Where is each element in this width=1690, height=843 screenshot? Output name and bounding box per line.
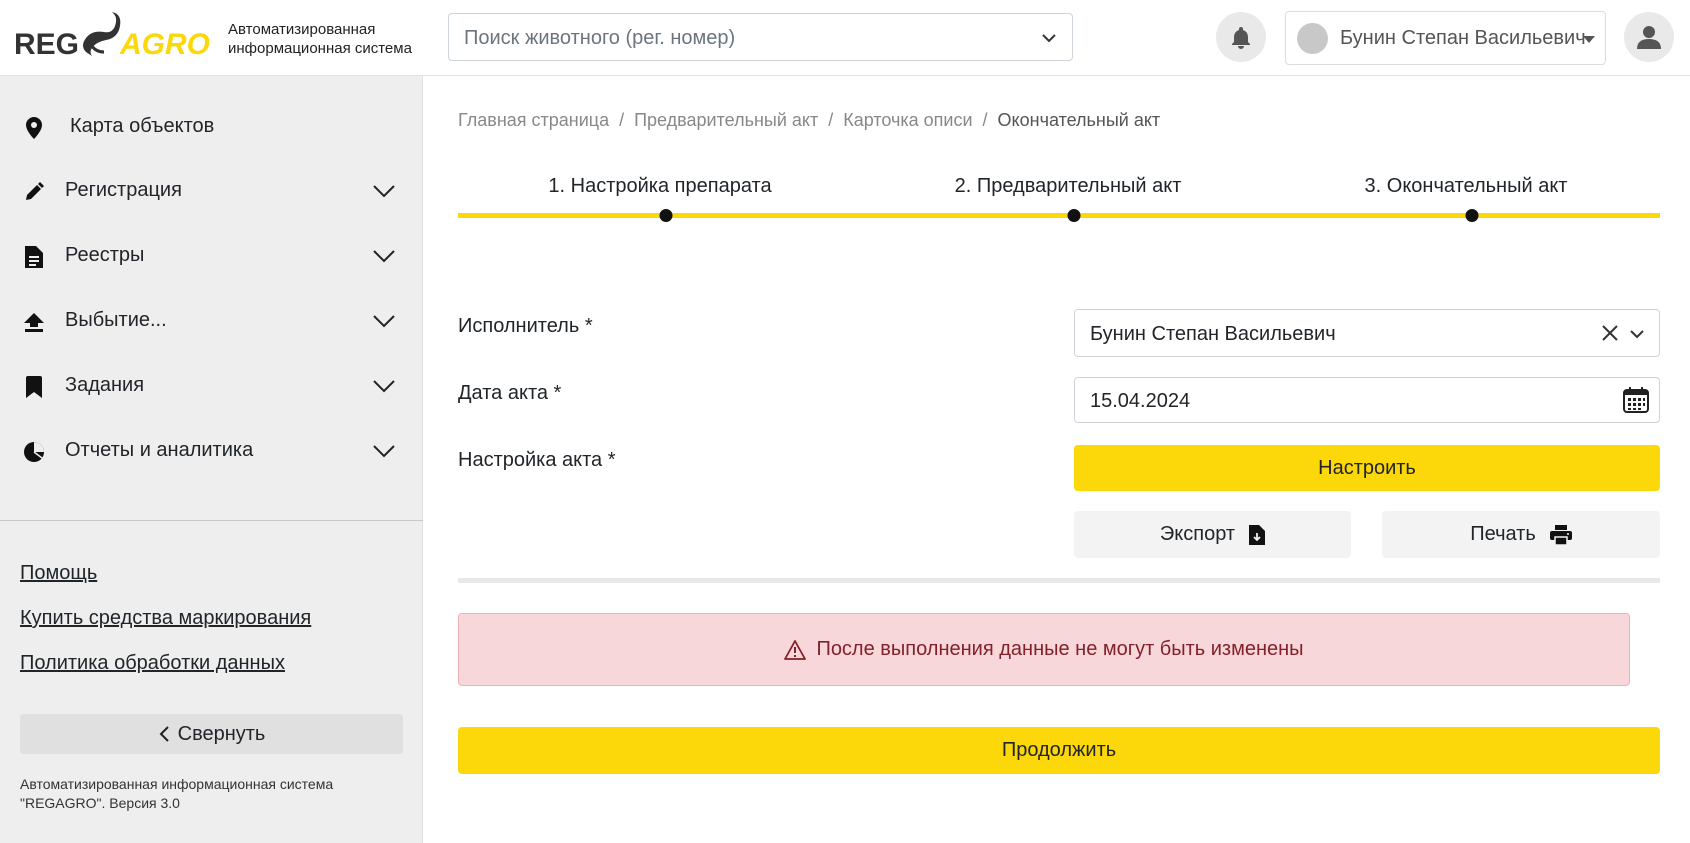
warning-alert: После выполнения данные не могут быть из…	[458, 613, 1630, 686]
calendar-icon[interactable]	[1623, 387, 1649, 418]
breadcrumb-item-preliminary-act[interactable]: Предварительный акт	[634, 110, 818, 130]
sidebar-item-tasks[interactable]: Задания	[0, 361, 423, 411]
sidebar-item-registries[interactable]: Реестры	[0, 231, 423, 281]
user-icon	[1637, 26, 1661, 49]
system-subtitle-line2: информационная система	[228, 40, 412, 57]
chevron-down-icon[interactable]	[372, 183, 396, 204]
step-3-label: 3. Окончательный акт	[1364, 175, 1568, 197]
chevron-down-icon[interactable]	[372, 313, 396, 334]
warning-text: После выполнения данные не могут быть из…	[816, 638, 1304, 660]
help-link[interactable]: Помощь	[20, 562, 97, 585]
act-date-value: 15.04.2024	[1090, 390, 1191, 412]
map-pin-icon	[22, 116, 46, 140]
upload-arrow-icon	[22, 310, 46, 334]
breadcrumb: Главная страница / Предварительный акт / Кар…	[458, 110, 1161, 130]
logo-text-agro: AGRO	[119, 28, 210, 61]
user-select[interactable]: Бунин Степан Васильевич	[1285, 11, 1606, 65]
collapse-label: Свернуть	[177, 722, 266, 745]
logo[interactable]: REG AGRO	[14, 8, 214, 68]
chevron-down-icon[interactable]	[372, 443, 396, 464]
export-label: Экспорт	[1159, 523, 1236, 545]
sidebar-item-label: Регистрация	[65, 179, 182, 201]
step-1-dot[interactable]	[659, 209, 673, 222]
step-1-label: 1. Настройка препарата	[548, 175, 772, 197]
system-subtitle: Автоматизированная информационная систем…	[228, 20, 412, 58]
chevron-down-icon[interactable]	[372, 248, 396, 269]
sidebar-footer: Автоматизированная информационная систем…	[20, 775, 400, 813]
section-divider	[458, 578, 1660, 583]
clear-icon[interactable]	[1601, 324, 1619, 347]
stepper: 1. Настройка препарата 2. Предварительны…	[458, 172, 1660, 222]
bell-icon	[1232, 27, 1250, 49]
chevron-down-icon[interactable]	[372, 378, 396, 399]
executor-label: Исполнитель *	[458, 315, 593, 337]
user-name: Бунин Степан Васильевич	[1340, 27, 1586, 49]
data-policy-link[interactable]: Политика обработки данных	[20, 652, 285, 675]
header: REG AGRO Автоматизированная информационн…	[0, 0, 1690, 76]
act-date-input[interactable]: 15.04.2024	[1074, 377, 1660, 423]
caret-down-icon	[1583, 36, 1595, 43]
breadcrumb-item-home[interactable]: Главная страница	[458, 110, 609, 130]
file-download-icon	[1249, 524, 1266, 545]
system-subtitle-line1: Автоматизированная	[228, 21, 376, 38]
print-label: Печать	[1470, 523, 1536, 545]
pencil-icon	[22, 180, 46, 204]
step-2-label: 2. Предварительный акт	[954, 175, 1182, 197]
stepper-line	[458, 213, 1660, 218]
footer-line1: Автоматизированная информационная систем…	[20, 776, 334, 792]
logo-text-reg: REG	[14, 28, 79, 61]
profile-button[interactable]	[1624, 12, 1674, 62]
chevron-down-icon[interactable]	[1629, 327, 1645, 346]
breadcrumb-item-final-act: Окончательный акт	[997, 110, 1161, 130]
sidebar-item-label: Выбытие...	[65, 309, 167, 331]
bookmark-icon	[22, 375, 46, 399]
sidebar-item-registration[interactable]: Регистрация	[0, 166, 423, 216]
sidebar: Карта объектов Регистрация Реестры Выбыт…	[0, 76, 423, 843]
notifications-button[interactable]	[1216, 12, 1266, 62]
sidebar-item-label: Задания	[65, 374, 145, 396]
search-placeholder: Поиск животного (рег. номер)	[464, 27, 736, 49]
pie-chart-icon	[22, 440, 46, 464]
animal-search-input[interactable]: Поиск животного (рег. номер)	[448, 13, 1073, 61]
executor-select[interactable]: Бунин Степан Васильевич	[1074, 309, 1660, 357]
chevron-down-icon[interactable]	[1040, 29, 1058, 52]
chevron-left-icon	[159, 726, 169, 742]
user-avatar-dot	[1297, 23, 1328, 54]
buy-marking-link[interactable]: Купить средства маркирования	[20, 607, 311, 630]
breadcrumb-item-inventory-card[interactable]: Карточка описи	[843, 110, 972, 130]
sidebar-divider	[0, 520, 423, 521]
executor-value: Бунин Степан Васильевич	[1090, 323, 1336, 345]
step-2-dot[interactable]	[1067, 209, 1081, 222]
step-3-dot[interactable]	[1465, 209, 1479, 222]
footer-line2: "REGAGRO". Версия 3.0	[20, 795, 180, 811]
export-button[interactable]: Экспорт	[1074, 511, 1351, 558]
act-date-label: Дата акта *	[458, 382, 562, 404]
printer-icon	[1549, 524, 1572, 545]
sidebar-item-label: Реестры	[65, 244, 145, 266]
sidebar-item-disposal[interactable]: Выбытие...	[0, 296, 423, 346]
sidebar-item-label: Карта объектов	[70, 115, 215, 137]
continue-button[interactable]: Продолжить	[458, 727, 1660, 774]
print-button[interactable]: Печать	[1382, 511, 1660, 558]
sidebar-item-reports[interactable]: Отчеты и аналитика	[0, 426, 423, 476]
collapse-sidebar-button[interactable]: Свернуть	[20, 714, 403, 754]
sidebar-item-label: Отчеты и аналитика	[65, 439, 254, 461]
act-settings-label: Настройка акта *	[458, 449, 616, 471]
warning-icon	[784, 639, 807, 660]
document-icon	[22, 245, 46, 269]
configure-button[interactable]: Настроить	[1074, 445, 1660, 491]
sidebar-item-map[interactable]: Карта объектов	[0, 102, 423, 152]
